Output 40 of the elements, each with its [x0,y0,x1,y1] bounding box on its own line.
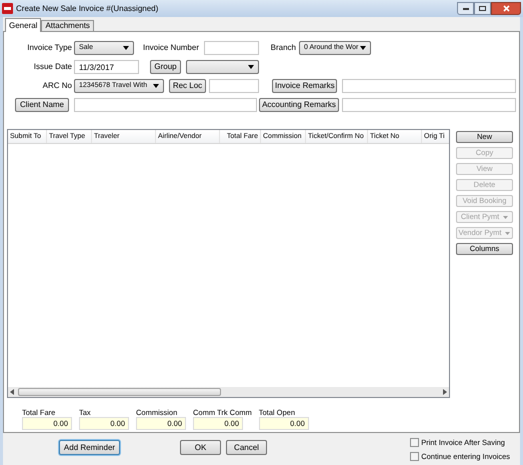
issue-date-field[interactable]: 11/3/2017 [74,60,139,74]
footer-button[interactable]: Cancel [226,440,267,455]
invoice-number-field[interactable] [204,41,259,55]
accounting-remarks-button[interactable]: Accounting Remarks [259,98,339,112]
scroll-right-icon[interactable] [443,389,447,395]
caret-icon [360,46,366,50]
scrollbar-thumb[interactable] [18,388,221,396]
caret-icon [248,65,254,69]
horizontal-scrollbar[interactable] [8,387,449,397]
client-name-button[interactable]: Client Name [15,98,69,112]
accounting-remarks-field[interactable] [342,98,516,112]
group-button[interactable]: Group [150,60,181,74]
group-select[interactable] [186,60,259,74]
minimize-button[interactable] [457,2,474,15]
tab[interactable]: General [5,18,42,32]
scroll-left-icon[interactable] [10,389,14,395]
field-label: Invoice Type [26,42,73,54]
field-label: ARC No [42,80,73,92]
window-title: Create New Sale Invoice #(Unassigned) [16,2,158,14]
field-label: Issue Date [32,61,73,73]
tab[interactable]: Attachments [41,20,94,31]
caret-icon [123,46,129,50]
invoice-remarks-button[interactable]: Invoice Remarks [272,79,337,93]
field-label: Invoice Number [142,42,200,54]
caret-icon [505,232,510,234]
maximize-button[interactable] [474,2,491,15]
client-name-field[interactable] [74,98,257,112]
footer-button[interactable]: Add Reminder [59,440,120,455]
field-label: Branch [270,42,297,54]
footer-button[interactable]: OK [180,440,221,455]
checkbox[interactable] [410,438,420,448]
rec-loc-button[interactable]: Rec Loc [169,79,206,93]
invoice-remarks-field[interactable] [342,79,516,93]
app-logo-icon [2,3,13,14]
caret-icon [153,84,159,88]
rec-loc-field[interactable] [209,79,259,93]
caret-icon [503,216,508,218]
close-icon [502,5,510,12]
close-button[interactable] [491,2,521,15]
checkbox[interactable] [410,452,420,462]
